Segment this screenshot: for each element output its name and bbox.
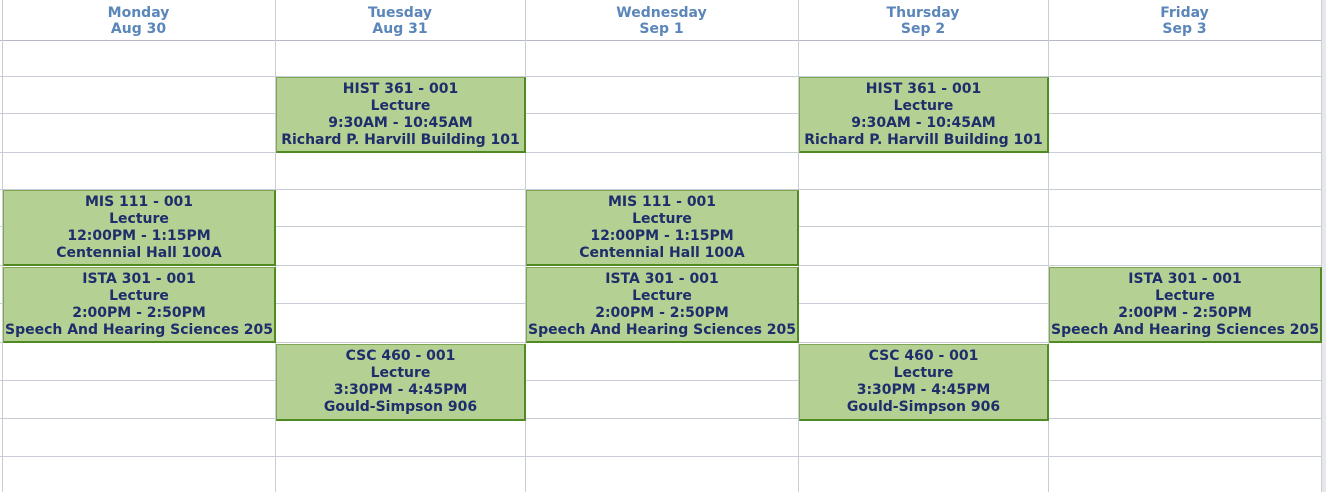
day-header-wednesday: Wednesday Sep 1 <box>525 0 798 40</box>
day-name: Tuesday <box>368 5 432 21</box>
event-course: ISTA 301 - 001 <box>605 271 719 287</box>
event-block-hist-361-thursday[interactable]: HIST 361 - 001 Lecture 9:30AM - 10:45AM … <box>799 77 1049 153</box>
event-course: MIS 111 - 001 <box>607 194 717 210</box>
event-course: HIST 361 - 001 <box>342 81 459 97</box>
event-time: 3:30PM - 4:45PM <box>856 382 991 398</box>
event-type: Lecture <box>893 98 954 114</box>
day-date: Sep 2 <box>900 21 946 37</box>
event-block-csc-460-tuesday[interactable]: CSC 460 - 001 Lecture 3:30PM - 4:45PM Go… <box>276 344 526 421</box>
event-course: CSC 460 - 001 <box>345 348 456 364</box>
event-course: ISTA 301 - 001 <box>1128 271 1242 287</box>
day-name: Monday <box>107 5 170 21</box>
day-header-tuesday: Tuesday Aug 31 <box>275 0 525 40</box>
day-name: Thursday <box>886 5 960 21</box>
event-time: 9:30AM - 10:45AM <box>328 115 473 131</box>
weekly-schedule-calendar: Monday Aug 30 Tuesday Aug 31 Wednesday S… <box>0 0 1326 492</box>
event-time: 2:00PM - 2:50PM <box>72 305 206 321</box>
scrollbar-edge[interactable] <box>1322 0 1326 492</box>
event-block-ista-301-friday[interactable]: ISTA 301 - 001 Lecture 2:00PM - 2:50PM S… <box>1049 267 1322 343</box>
header-divider <box>0 40 1326 41</box>
event-location: Gould-Simpson 906 <box>323 399 478 415</box>
event-location: Gould-Simpson 906 <box>846 399 1001 415</box>
event-time: 3:30PM - 4:45PM <box>333 382 468 398</box>
grid-line <box>0 456 1326 457</box>
grid-line <box>0 380 1326 381</box>
event-block-mis-111-monday[interactable]: MIS 111 - 001 Lecture 12:00PM - 1:15PM C… <box>3 190 276 266</box>
day-header-monday: Monday Aug 30 <box>2 0 275 40</box>
grid-line <box>0 152 1326 153</box>
event-time: 12:00PM - 1:15PM <box>67 228 211 244</box>
grid-line <box>0 418 1326 419</box>
event-block-hist-361-tuesday[interactable]: HIST 361 - 001 Lecture 9:30AM - 10:45AM … <box>276 77 526 153</box>
day-date: Sep 3 <box>1162 21 1207 37</box>
event-location: Speech And Hearing Sciences 205 <box>1050 322 1320 338</box>
event-location: Centennial Hall 100A <box>56 245 222 261</box>
event-type: Lecture <box>109 211 169 227</box>
day-date: Aug 30 <box>110 21 167 37</box>
event-location: Speech And Hearing Sciences 205 <box>4 322 274 338</box>
grid-line <box>0 76 1326 77</box>
event-type: Lecture <box>632 288 692 304</box>
event-location: Richard P. Harvill Building 101 <box>281 132 520 148</box>
event-location: Richard P. Harvill Building 101 <box>804 132 1043 148</box>
event-type: Lecture <box>109 288 169 304</box>
event-type: Lecture <box>370 365 431 381</box>
event-type: Lecture <box>1155 288 1215 304</box>
event-type: Lecture <box>632 211 692 227</box>
event-block-ista-301-wednesday[interactable]: ISTA 301 - 001 Lecture 2:00PM - 2:50PM S… <box>526 267 799 343</box>
event-location: Centennial Hall 100A <box>579 245 745 261</box>
event-location: Speech And Hearing Sciences 205 <box>527 322 797 338</box>
event-block-csc-460-thursday[interactable]: CSC 460 - 001 Lecture 3:30PM - 4:45PM Go… <box>799 344 1049 421</box>
event-time: 9:30AM - 10:45AM <box>851 115 996 131</box>
day-date: Sep 1 <box>639 21 684 37</box>
event-time: 12:00PM - 1:15PM <box>590 228 734 244</box>
day-header-thursday: Thursday Sep 2 <box>798 0 1048 40</box>
day-name: Friday <box>1160 5 1209 21</box>
day-date: Aug 31 <box>372 21 428 37</box>
event-block-mis-111-wednesday[interactable]: MIS 111 - 001 Lecture 12:00PM - 1:15PM C… <box>526 190 799 266</box>
event-time: 2:00PM - 2:50PM <box>1118 305 1252 321</box>
event-block-ista-301-monday[interactable]: ISTA 301 - 001 Lecture 2:00PM - 2:50PM S… <box>3 267 276 343</box>
grid-line <box>0 113 1326 114</box>
event-course: CSC 460 - 001 <box>868 348 979 364</box>
event-type: Lecture <box>893 365 954 381</box>
event-course: ISTA 301 - 001 <box>82 271 196 287</box>
event-course: HIST 361 - 001 <box>865 81 982 97</box>
event-course: MIS 111 - 001 <box>84 194 194 210</box>
event-type: Lecture <box>370 98 431 114</box>
day-name: Wednesday <box>616 5 707 21</box>
day-header-friday: Friday Sep 3 <box>1048 0 1321 40</box>
event-time: 2:00PM - 2:50PM <box>595 305 729 321</box>
